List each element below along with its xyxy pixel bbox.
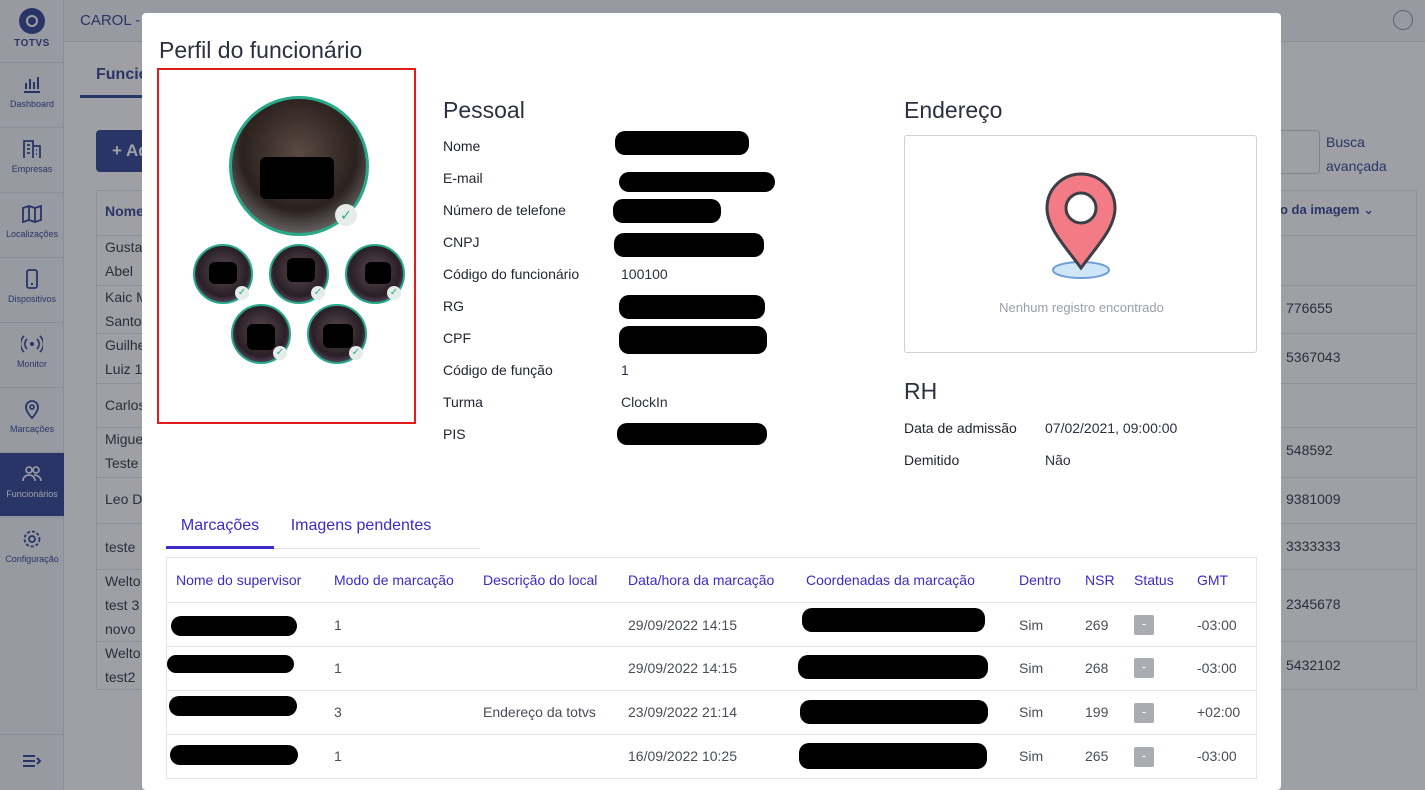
marcacoes-table: Nome do supervisor Modo de marcação Desc… — [166, 557, 1257, 779]
column-header[interactable]: Coordenadas da marcação — [806, 572, 975, 588]
redacted-coordinates — [802, 608, 985, 632]
address-empty-box: Nenhum registro encontrado — [904, 135, 1257, 353]
redacted-coordinates — [799, 743, 987, 769]
cell-descricao: Endereço da totvs — [483, 704, 596, 720]
redacted-coordinates — [798, 655, 988, 679]
cell-gmt: -03:00 — [1197, 617, 1237, 633]
cell-nsr: 268 — [1085, 660, 1109, 676]
field-label-codigo-funcionario: Código do funcionário — [443, 266, 580, 282]
status-chip: - — [1134, 747, 1154, 767]
endereco-heading: Endereço — [904, 97, 1003, 123]
redacted-coordinates — [800, 700, 988, 724]
field-value-data-admissao: 07/02/2021, 09:00:00 — [1045, 420, 1178, 436]
face-redaction — [365, 262, 391, 284]
field-label-nome: Nome — [443, 138, 481, 154]
modal-title: Perfil do funcionário — [159, 37, 363, 63]
redacted-value — [619, 326, 767, 354]
field-value-codigo-funcao: 1 — [621, 362, 629, 378]
cell-nsr: 265 — [1085, 748, 1109, 764]
check-icon: ✓ — [311, 286, 325, 300]
cell-gmt: -03:00 — [1197, 748, 1237, 764]
field-label-codigo-funcao: Código de função — [443, 362, 553, 378]
column-header[interactable]: Dentro — [1019, 572, 1061, 588]
face-redaction — [247, 324, 275, 350]
column-header[interactable]: Descrição do local — [483, 572, 597, 588]
status-chip: - — [1134, 658, 1154, 678]
face-redaction — [323, 324, 353, 348]
column-header[interactable]: Data/hora da marcação — [628, 572, 774, 588]
field-label-pis: PIS — [443, 426, 466, 442]
cell-gmt: -03:00 — [1197, 660, 1237, 676]
cell-datahora: 29/09/2022 14:15 — [628, 660, 737, 676]
cell-modo: 3 — [334, 704, 342, 720]
check-icon: ✓ — [335, 204, 357, 226]
face-redaction — [260, 157, 334, 199]
tab-marcacoes[interactable]: Marcações — [166, 509, 274, 549]
redacted-value — [619, 172, 775, 192]
cell-datahora: 29/09/2022 14:15 — [628, 617, 737, 633]
rh-heading: RH — [904, 378, 938, 404]
redacted-supervisor — [171, 616, 297, 636]
redacted-value — [619, 295, 765, 319]
redacted-supervisor — [169, 696, 297, 716]
field-value-demitido: Não — [1045, 452, 1071, 468]
column-header[interactable]: Modo de marcação — [334, 572, 454, 588]
cell-gmt: +02:00 — [1197, 704, 1241, 720]
check-icon: ✓ — [349, 346, 363, 360]
redacted-value — [613, 199, 721, 223]
check-icon: ✓ — [235, 286, 249, 300]
column-header[interactable]: NSR — [1085, 572, 1115, 588]
redacted-supervisor — [167, 655, 294, 673]
face-redaction — [209, 262, 237, 284]
field-label-turma: Turma — [443, 394, 483, 410]
field-label-data-admissao: Data de admissão — [904, 420, 1017, 436]
cell-dentro: Sim — [1019, 704, 1044, 720]
field-label-rg: RG — [443, 298, 464, 314]
cell-datahora: 16/09/2022 10:25 — [628, 748, 737, 764]
field-label-email: E-mail — [443, 170, 483, 186]
employee-profile-modal: Perfil do funcionário ✓ ✓ ✓ ✓ ✓ ✓ Pessoa… — [142, 13, 1281, 790]
cell-datahora: 23/09/2022 21:14 — [628, 704, 737, 720]
field-value-turma: ClockIn — [621, 394, 668, 410]
address-empty-text: Nenhum registro encontrado — [999, 300, 1164, 315]
field-value-codigo-funcionario: 100100 — [621, 266, 668, 282]
check-icon: ✓ — [387, 286, 401, 300]
cell-modo: 1 — [334, 748, 342, 764]
field-label-cnpj: CNPJ — [443, 234, 480, 250]
column-header[interactable]: Status — [1134, 572, 1174, 588]
redacted-value — [615, 131, 749, 155]
cell-dentro: Sim — [1019, 748, 1044, 764]
pessoal-heading: Pessoal — [443, 97, 525, 123]
profile-tabs: Marcações Imagens pendentes — [166, 509, 480, 549]
column-header[interactable]: GMT — [1197, 572, 1228, 588]
redacted-value — [617, 423, 767, 445]
cell-dentro: Sim — [1019, 660, 1044, 676]
cell-nsr: 269 — [1085, 617, 1109, 633]
redacted-supervisor — [170, 745, 298, 765]
field-label-demitido: Demitido — [904, 452, 960, 468]
field-label-telefone: Número de telefone — [443, 202, 566, 218]
status-chip: - — [1134, 703, 1154, 723]
redacted-value — [614, 233, 764, 257]
tab-imagens-pendentes[interactable]: Imagens pendentes — [288, 509, 434, 549]
face-redaction — [287, 258, 315, 282]
cell-modo: 1 — [334, 617, 342, 633]
check-icon: ✓ — [273, 346, 287, 360]
face-photos-frame: ✓ ✓ ✓ ✓ ✓ ✓ — [157, 68, 416, 424]
cell-dentro: Sim — [1019, 617, 1044, 633]
field-label-cpf: CPF — [443, 330, 471, 346]
column-header[interactable]: Nome do supervisor — [176, 572, 301, 588]
cell-modo: 1 — [334, 660, 342, 676]
status-chip: - — [1134, 615, 1154, 635]
map-pin-icon — [1045, 172, 1117, 279]
cell-nsr: 199 — [1085, 704, 1109, 720]
